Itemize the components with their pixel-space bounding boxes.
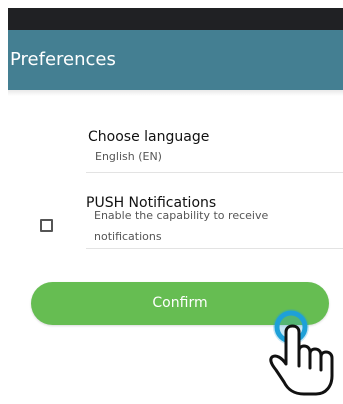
page-title: Preferences [10,49,116,70]
push-notifications-description-line1: Enable the capability to receive [94,209,269,222]
push-notifications-checkbox[interactable] [40,219,53,232]
hand-pointer-icon [269,309,334,396]
status-bar [8,8,343,30]
language-setting[interactable]: Choose language English (EN) [86,120,343,172]
app-bar: Preferences [8,30,343,90]
app-bar-shadow [8,90,343,96]
push-notifications-setting[interactable]: PUSH Notifications Enable the capability… [86,190,343,248]
language-setting-value: English (EN) [95,150,162,163]
divider [86,172,343,173]
language-setting-title: Choose language [88,129,210,145]
preferences-screen: Preferences Choose language English (EN)… [0,0,343,404]
divider [86,248,343,249]
push-notifications-description-line2: notifications [94,230,162,243]
